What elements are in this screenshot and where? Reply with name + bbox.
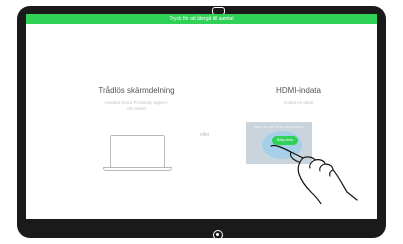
device-screen: Tryck för att återgå till samtal Trådlös… (26, 14, 377, 219)
hdmi-subtitle: Anslut en dator (283, 100, 314, 105)
laptop-icon (110, 135, 165, 168)
wireless-share-title: Trådlös skärmdelning (98, 86, 175, 95)
hand-pointer-icon (270, 144, 358, 204)
hdmi-title: HDMI-indata (276, 86, 321, 95)
wireless-share-subtitle: Använd Cisco Proximity-appen i din enhet (64, 100, 209, 112)
hdmi-preview-text: Sätt in en dator för att dela din skärm (254, 125, 304, 129)
laptop-base (103, 167, 172, 171)
home-button-icon[interactable] (213, 230, 223, 240)
wireless-share-section: Trådlös skärmdelning Använd Cisco Proxim… (64, 86, 209, 112)
wireless-share-subtitle-line2: din enhet (127, 106, 146, 111)
or-separator: eller (200, 132, 210, 138)
return-to-call-banner[interactable]: Tryck för att återgå till samtal (26, 14, 377, 24)
hdmi-section: HDMI-indata Anslut en dator (226, 86, 371, 106)
